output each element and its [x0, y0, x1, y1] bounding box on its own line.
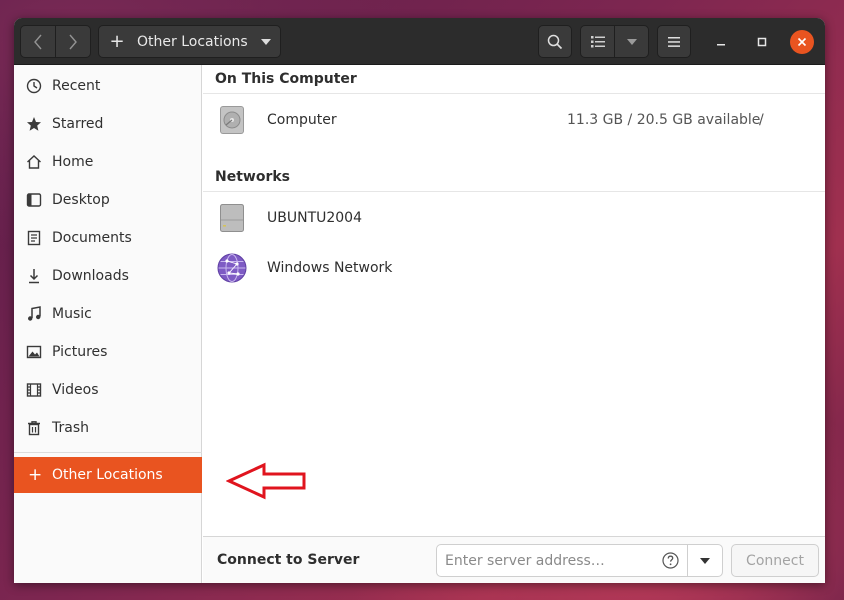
location-name: Windows Network: [267, 260, 393, 276]
music-note-icon: [26, 306, 42, 322]
location-name: Computer: [267, 112, 337, 128]
close-button[interactable]: [790, 30, 814, 54]
connect-button[interactable]: Connect: [731, 544, 819, 577]
sidebar-item-label: Music: [52, 306, 92, 322]
sidebar-item-label: Home: [52, 154, 94, 170]
sidebar-item-recent[interactable]: Recent: [14, 68, 202, 104]
sidebar-item-music[interactable]: Music: [14, 296, 202, 332]
sidebar-item-label: Trash: [52, 420, 89, 436]
sidebar-item-documents[interactable]: Documents: [14, 220, 202, 256]
location-path-button[interactable]: + Other Locations: [98, 25, 281, 58]
location-row-ubuntu2004[interactable]: UBUNTU2004: [203, 193, 825, 243]
document-icon: [26, 230, 42, 246]
main-menu-button[interactable]: [657, 25, 691, 58]
location-name: UBUNTU2004: [267, 210, 362, 226]
back-button[interactable]: [20, 25, 56, 58]
search-button[interactable]: [538, 25, 572, 58]
home-icon: [26, 154, 42, 170]
chevron-left-icon: [34, 34, 42, 49]
location-row-windows-network[interactable]: Windows Network: [203, 243, 825, 293]
plus-icon: +: [28, 465, 43, 485]
header-bar: + Other Locations: [14, 18, 825, 65]
sidebar-item-home[interactable]: Home: [14, 144, 202, 180]
connect-to-server-label: Connect to Server: [217, 552, 360, 568]
maximize-button[interactable]: [750, 30, 774, 54]
sidebar-item-downloads[interactable]: Downloads: [14, 258, 202, 294]
hard-disk-icon: [220, 106, 244, 134]
sidebar-item-trash[interactable]: Trash: [14, 410, 202, 446]
picture-icon: [26, 344, 42, 360]
sidebar-item-starred[interactable]: Starred: [14, 106, 202, 142]
search-icon: [547, 34, 563, 49]
view-options-button[interactable]: [614, 25, 649, 58]
sidebar-item-label: Downloads: [52, 268, 129, 284]
trash-icon: [26, 420, 42, 436]
caret-down-icon: [261, 39, 271, 45]
location-path-label: Other Locations: [137, 33, 248, 50]
sidebar: Recent Starred Home Desktop Documents Do…: [14, 65, 202, 583]
section-heading-on-this-computer: On This Computer: [203, 65, 825, 94]
sidebar-item-label: Starred: [52, 116, 104, 132]
server-address-input[interactable]: [436, 544, 688, 577]
section-heading-networks: Networks: [203, 163, 825, 192]
annotation-arrow-icon: [226, 462, 306, 500]
sidebar-item-videos[interactable]: Videos: [14, 372, 202, 408]
network-globe-icon: [217, 253, 247, 283]
desktop-icon: [26, 192, 42, 208]
sidebar-item-label: Desktop: [52, 192, 110, 208]
list-view-button[interactable]: [580, 25, 615, 58]
sidebar-item-other-locations[interactable]: + Other Locations: [14, 457, 202, 493]
files-window: + Other Locations Recent Starred Home De…: [14, 18, 825, 583]
forward-button[interactable]: [55, 25, 91, 58]
minimize-button[interactable]: [709, 30, 733, 54]
close-icon: [797, 37, 807, 47]
plus-icon: +: [109, 31, 125, 52]
location-row-computer[interactable]: Computer 11.3 GB / 20.5 GB available /: [203, 95, 825, 145]
caret-down-icon: [626, 38, 637, 45]
star-icon: [26, 116, 42, 132]
sidebar-item-label: Other Locations: [52, 467, 163, 483]
location-mount-point: /: [759, 112, 764, 128]
sidebar-item-label: Documents: [52, 230, 132, 246]
chevron-right-icon: [69, 34, 77, 49]
location-capacity: 11.3 GB / 20.5 GB available: [567, 112, 761, 128]
list-view-icon: [590, 35, 605, 47]
sidebar-divider: [14, 452, 202, 453]
maximize-icon: [757, 37, 767, 47]
network-server-icon: [220, 204, 244, 232]
film-icon: [26, 382, 42, 398]
sidebar-item-pictures[interactable]: Pictures: [14, 334, 202, 370]
connect-to-server-bar: Connect to Server Connect: [203, 536, 825, 583]
hamburger-icon: [668, 36, 680, 47]
sidebar-item-label: Videos: [52, 382, 99, 398]
recent-servers-dropdown[interactable]: [687, 544, 723, 577]
sidebar-item-desktop[interactable]: Desktop: [14, 182, 202, 218]
sidebar-item-label: Pictures: [52, 344, 108, 360]
caret-down-icon: [700, 557, 710, 564]
download-icon: [26, 268, 42, 284]
sidebar-item-label: Recent: [52, 78, 101, 94]
clock-icon: [26, 78, 42, 94]
help-icon[interactable]: [662, 552, 679, 569]
minimize-icon: [717, 44, 725, 46]
